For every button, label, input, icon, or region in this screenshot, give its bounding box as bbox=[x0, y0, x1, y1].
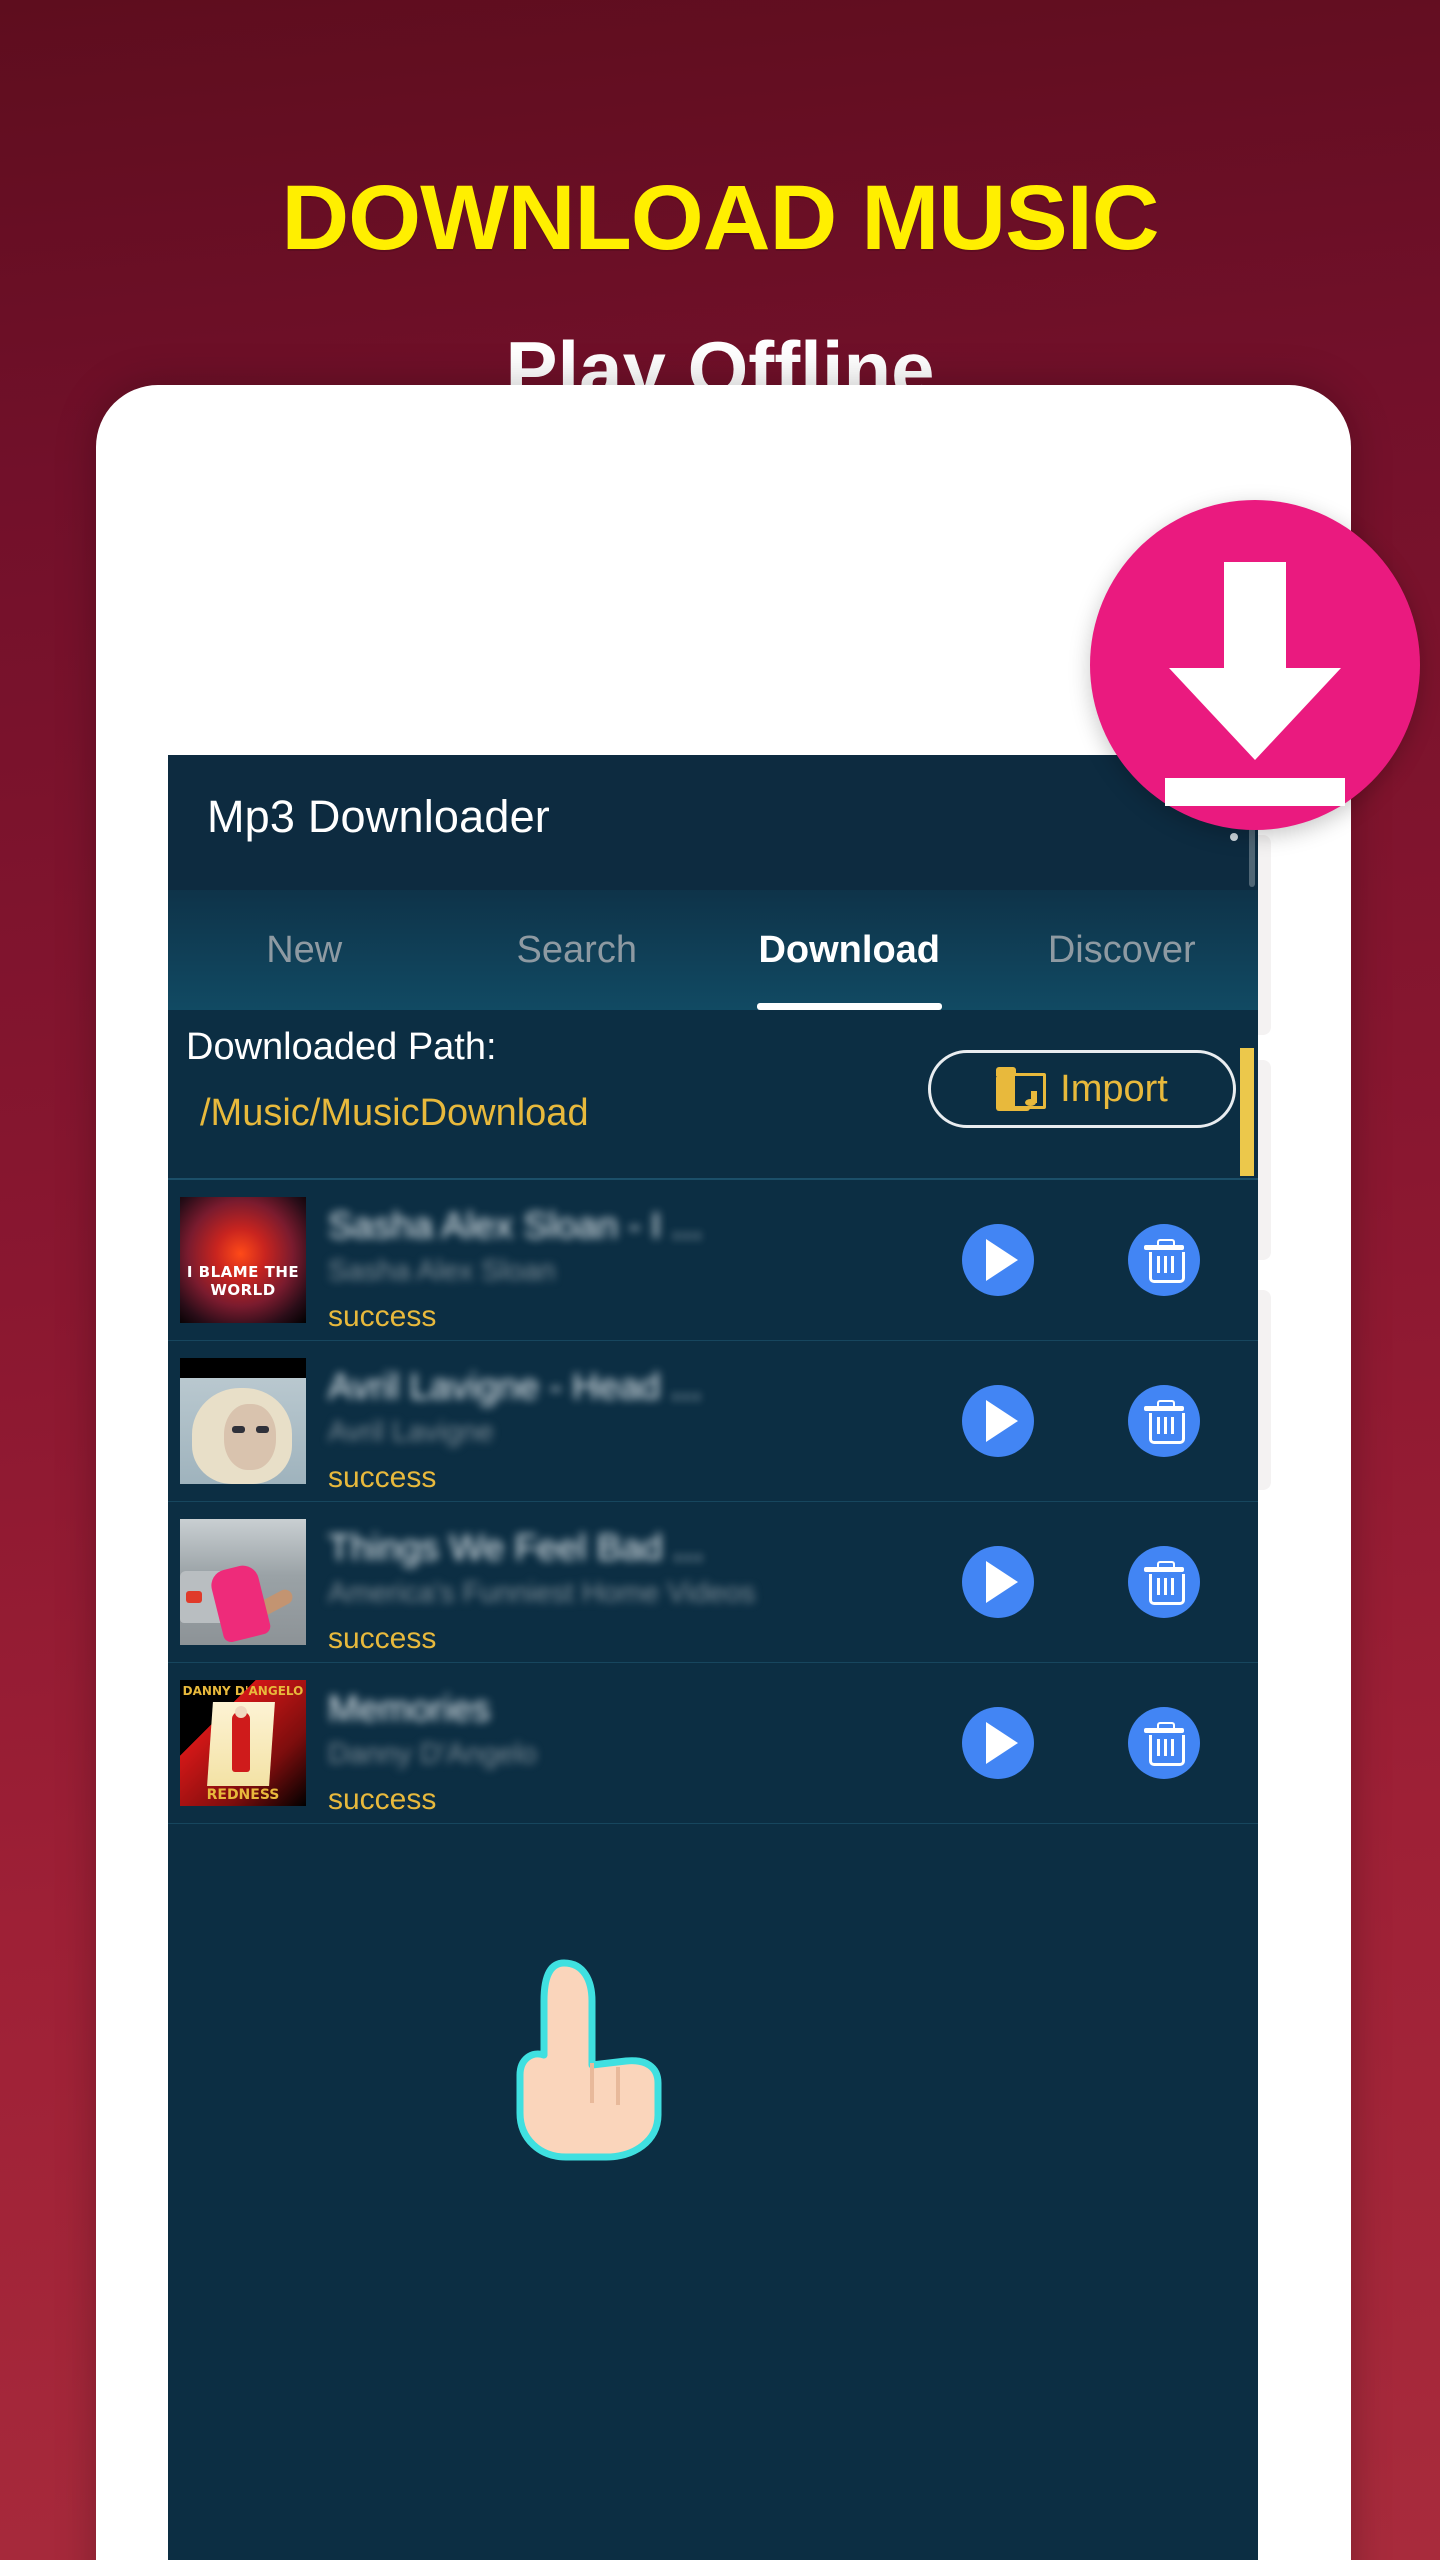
delete-button[interactable] bbox=[1128, 1546, 1200, 1618]
tab-search-label: Search bbox=[516, 928, 637, 971]
track-meta: Sasha Alex Sloan - I ... Sasha Alex Sloa… bbox=[328, 1197, 962, 1333]
track-artist: America's Funniest Home Videos bbox=[328, 1577, 756, 1609]
album-artwork: DANNY D'ANGELO REDNESS bbox=[180, 1680, 306, 1806]
app-title: Mp3 Downloader bbox=[207, 791, 550, 842]
tab-download-label: Download bbox=[758, 928, 941, 971]
import-button[interactable]: Import bbox=[928, 1050, 1236, 1128]
album-artwork-caption-bottom: REDNESS bbox=[206, 1787, 280, 1803]
tab-download[interactable]: Download bbox=[713, 890, 986, 1010]
trash-icon bbox=[1144, 1560, 1185, 1605]
download-badge bbox=[1090, 500, 1420, 830]
play-button[interactable] bbox=[962, 1546, 1034, 1618]
track-artist: Danny D'Angelo bbox=[328, 1738, 537, 1770]
table-row[interactable]: DANNY D'ANGELO REDNESS Memories Danny D'… bbox=[168, 1663, 1258, 1824]
play-icon bbox=[986, 1561, 1018, 1603]
trash-icon bbox=[1144, 1721, 1185, 1766]
download-arrow-icon bbox=[1224, 562, 1286, 672]
track-meta: Things We Feel Bad ... America's Funnies… bbox=[328, 1519, 962, 1655]
downloaded-path-label: Downloaded Path: bbox=[186, 1026, 497, 1068]
track-meta: Avril Lavigne - Head ... Avril Lavigne s… bbox=[328, 1358, 962, 1494]
folder-music-icon bbox=[996, 1067, 1047, 1111]
downloaded-path-bar: Downloaded Path: /Music/MusicDownload Im… bbox=[168, 1010, 1258, 1180]
trash-icon bbox=[1144, 1399, 1185, 1444]
album-artwork: I BLAME THE WORLD bbox=[180, 1197, 306, 1323]
track-artist: Avril Lavigne bbox=[328, 1416, 494, 1448]
track-title: Things We Feel Bad ... bbox=[328, 1527, 704, 1568]
table-row[interactable]: I BLAME THE WORLD Sasha Alex Sloan - I .… bbox=[168, 1180, 1258, 1341]
tab-bar: New Search Download Discover bbox=[168, 890, 1258, 1010]
status-badge: success bbox=[328, 1622, 437, 1655]
track-title: Avril Lavigne - Head ... bbox=[328, 1366, 702, 1407]
import-button-label: Import bbox=[1060, 1067, 1168, 1110]
track-title: Sasha Alex Sloan - I ... bbox=[328, 1205, 703, 1246]
play-icon bbox=[986, 1239, 1018, 1281]
play-button[interactable] bbox=[962, 1224, 1034, 1296]
downloaded-path-value[interactable]: /Music/MusicDownload bbox=[200, 1092, 589, 1135]
download-list: I BLAME THE WORLD Sasha Alex Sloan - I .… bbox=[168, 1180, 1258, 1824]
status-badge: success bbox=[328, 1300, 437, 1333]
status-badge: success bbox=[328, 1461, 437, 1494]
tab-new[interactable]: New bbox=[168, 890, 441, 1010]
tab-active-underline bbox=[756, 1003, 942, 1010]
app-header: Mp3 Downloader bbox=[168, 755, 1258, 890]
delete-button[interactable] bbox=[1128, 1385, 1200, 1457]
album-artwork-caption: I BLAME THE WORLD bbox=[186, 1262, 300, 1299]
play-button[interactable] bbox=[962, 1385, 1034, 1457]
trash-icon bbox=[1144, 1238, 1185, 1283]
tab-discover-label: Discover bbox=[1047, 928, 1196, 971]
promo-screenshot: DOWNLOAD MUSIC Play Offline Mp3 Download… bbox=[0, 0, 1440, 2560]
delete-button[interactable] bbox=[1128, 1707, 1200, 1779]
table-row[interactable]: Avril Lavigne - Head ... Avril Lavigne s… bbox=[168, 1341, 1258, 1502]
play-icon bbox=[986, 1722, 1018, 1764]
table-row[interactable]: Things We Feel Bad ... America's Funnies… bbox=[168, 1502, 1258, 1663]
album-artwork-caption-top: DANNY D'ANGELO bbox=[182, 1684, 304, 1698]
status-badge: success bbox=[328, 1783, 437, 1816]
album-artwork bbox=[180, 1358, 306, 1484]
album-artwork bbox=[180, 1519, 306, 1645]
play-button[interactable] bbox=[962, 1707, 1034, 1779]
track-meta: Memories Danny D'Angelo success bbox=[328, 1680, 962, 1816]
track-artist: Sasha Alex Sloan bbox=[328, 1255, 556, 1287]
tab-search[interactable]: Search bbox=[441, 890, 714, 1010]
tap-hand-cursor bbox=[506, 1955, 706, 2165]
delete-button[interactable] bbox=[1128, 1224, 1200, 1296]
page-title: DOWNLOAD MUSIC bbox=[281, 167, 1159, 269]
track-title: Memories bbox=[328, 1688, 491, 1729]
tab-new-label: New bbox=[266, 928, 343, 971]
tab-discover[interactable]: Discover bbox=[986, 890, 1259, 1010]
play-icon bbox=[986, 1400, 1018, 1442]
gold-edge-strip bbox=[1240, 1048, 1254, 1176]
app-screen: Mp3 Downloader New Search Download Disco… bbox=[168, 755, 1258, 2560]
